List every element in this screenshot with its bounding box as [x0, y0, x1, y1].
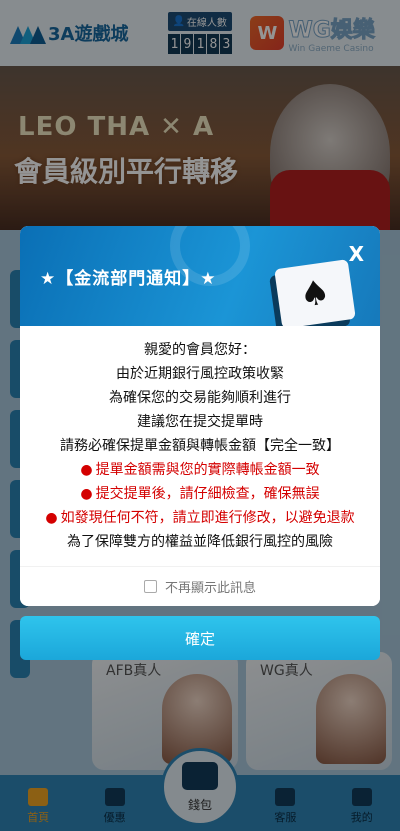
warning-line: ● 提單金額需與您的實際轉帳金額一致 — [80, 462, 320, 478]
notice-line: 為了保障雙方的權益並降低銀行風控的風險 — [67, 534, 333, 550]
modal-body: 親愛的會員您好： 由於近期銀行風控政策收緊 為確保您的交易能夠順利進行 建議您在… — [20, 326, 380, 562]
notice-line: 由於近期銀行風控政策收緊 — [116, 366, 284, 382]
dont-show-label: 不再顯示此訊息 — [164, 581, 256, 596]
bullet-icon: ● — [80, 486, 93, 502]
dont-show-checkbox[interactable] — [143, 580, 157, 593]
notice-line: 請務必確保提單金額與轉帳金額【完全一致】 — [60, 438, 340, 454]
modal-header: ♠ ★【金流部門通知】★ X — [20, 226, 380, 326]
close-icon[interactable]: X — [349, 242, 364, 266]
confirm-button[interactable]: 確定 — [20, 616, 380, 660]
warning-line: ● 提交提單後，請仔細檢查，確保無誤 — [80, 486, 320, 502]
notice-line: 建議您在提交提單時 — [137, 414, 263, 430]
spade-card-icon: ♠ — [274, 259, 356, 326]
modal-title: ★【金流部門通知】★ — [40, 269, 217, 289]
notice-modal: ♠ ★【金流部門通知】★ X 親愛的會員您好： 由於近期銀行風控政策收緊 為確保… — [20, 226, 380, 606]
notice-line: 親愛的會員您好： — [144, 342, 256, 358]
bullet-icon: ● — [80, 462, 93, 478]
notice-line: 為確保您的交易能夠順利進行 — [109, 390, 291, 406]
bullet-icon: ● — [45, 510, 58, 526]
dont-show-row[interactable]: 不再顯示此訊息 — [20, 566, 380, 606]
warning-line: ● 如發現任何不符，請立即進行修改，以避免退款 — [45, 510, 355, 526]
